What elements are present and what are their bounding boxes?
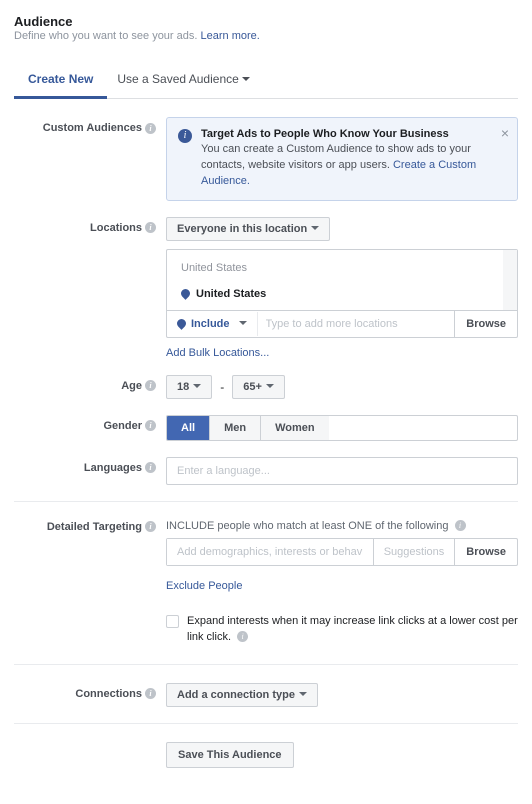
save-audience-button[interactable]: Save This Audience [166, 742, 294, 768]
audience-tabs: Create New Use a Saved Audience [14, 64, 518, 99]
gender-label: Genderi [14, 415, 166, 441]
info-icon[interactable]: i [145, 222, 156, 233]
include-dropdown[interactable]: Include [167, 312, 258, 336]
detailed-targeting-label: Detailed Targetingi [14, 520, 166, 646]
locations-label: Locationsi [14, 217, 166, 359]
expand-interests-checkbox[interactable] [166, 615, 179, 628]
info-icon: i [178, 129, 192, 143]
connections-label: Connectionsi [14, 683, 166, 707]
chevron-down-icon [311, 226, 319, 234]
locations-box: United States United States Include Brow… [166, 249, 518, 338]
gender-women[interactable]: Women [261, 416, 329, 440]
gender-men[interactable]: Men [210, 416, 261, 440]
browse-locations-button[interactable]: Browse [454, 311, 517, 337]
location-item[interactable]: United States [167, 282, 517, 310]
info-icon[interactable]: i [455, 520, 466, 531]
info-icon[interactable]: i [145, 521, 156, 532]
chevron-down-icon [266, 384, 274, 392]
chevron-down-icon [299, 692, 307, 700]
age-min-dropdown[interactable]: 18 [166, 375, 212, 399]
divider [14, 723, 518, 724]
page-subtitle: Define who you want to see your ads. Lea… [14, 30, 518, 42]
add-bulk-locations-link[interactable]: Add Bulk Locations... [166, 347, 269, 359]
detailed-targeting-input[interactable] [167, 539, 373, 565]
exclude-people-link[interactable]: Exclude People [166, 580, 242, 592]
location-input[interactable] [258, 311, 455, 337]
tab-create-new[interactable]: Create New [14, 64, 107, 99]
info-icon[interactable]: i [145, 420, 156, 431]
gender-all[interactable]: All [167, 416, 210, 440]
location-group: United States [167, 250, 517, 282]
age-max-dropdown[interactable]: 65+ [232, 375, 285, 399]
info-icon[interactable]: i [145, 123, 156, 134]
info-icon[interactable]: i [145, 462, 156, 473]
languages-input[interactable] [166, 457, 518, 485]
languages-label: Languagesi [14, 457, 166, 485]
browse-targeting-button[interactable]: Browse [454, 539, 517, 565]
custom-audience-notice: i × Target Ads to People Who Know Your B… [166, 117, 518, 201]
custom-audiences-label: Custom Audiencesi [14, 117, 166, 201]
page-title: Audience [14, 14, 518, 29]
tab-saved-audience[interactable]: Use a Saved Audience [107, 64, 263, 98]
location-scope-dropdown[interactable]: Everyone in this location [166, 217, 330, 241]
divider [14, 664, 518, 665]
info-icon[interactable]: i [145, 380, 156, 391]
pin-icon [179, 287, 192, 300]
chevron-down-icon [193, 384, 201, 392]
chevron-down-icon [242, 77, 250, 85]
connections-dropdown[interactable]: Add a connection type [166, 683, 318, 707]
info-icon[interactable]: i [237, 631, 248, 642]
suggestions-button[interactable]: Suggestions [373, 539, 455, 565]
close-icon[interactable]: × [501, 125, 509, 141]
gender-toggle: All Men Women [166, 415, 518, 441]
info-icon[interactable]: i [145, 688, 156, 699]
age-label: Agei [14, 375, 166, 399]
divider [14, 501, 518, 502]
pin-icon [175, 317, 188, 330]
learn-more-link[interactable]: Learn more. [201, 30, 260, 42]
chevron-down-icon [239, 321, 247, 329]
